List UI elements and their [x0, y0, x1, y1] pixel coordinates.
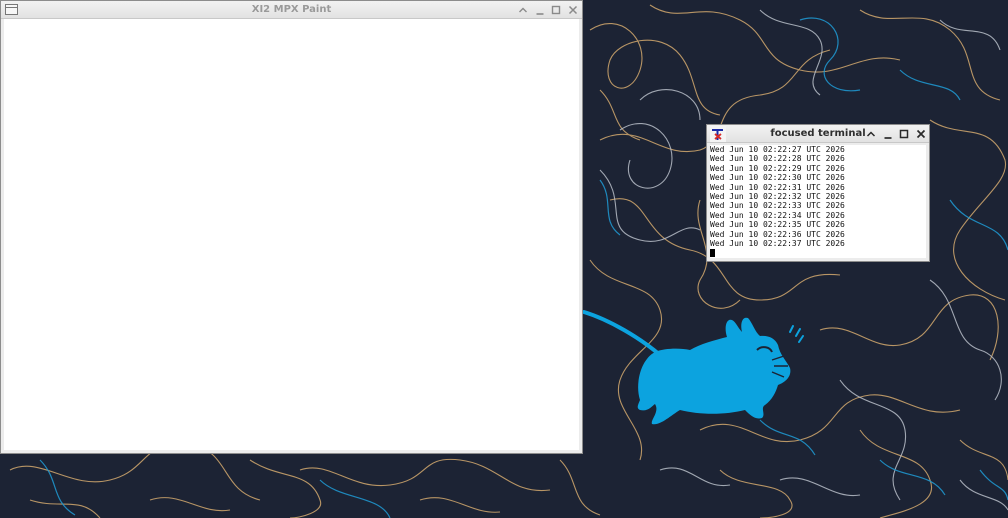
paint-titlebar[interactable]: XI2 MPX Paint [1, 1, 582, 19]
chevron-up-icon[interactable] [864, 127, 878, 141]
terminal-line: Wed Jun 10 02:22:27 UTC 2026 [710, 145, 845, 154]
minimize-icon[interactable] [533, 3, 547, 17]
terminal-line: Wed Jun 10 02:22:34 UTC 2026 [710, 210, 845, 220]
minimize-icon[interactable] [881, 127, 895, 141]
close-icon[interactable] [566, 3, 580, 17]
chevron-up-icon[interactable] [516, 3, 530, 17]
terminal-line: Wed Jun 10 02:22:29 UTC 2026 [710, 163, 845, 173]
terminal-window[interactable]: focused terminal Wed Jun 10 02:22:27 UTC… [706, 124, 930, 262]
terminal-line: Wed Jun 10 02:22:28 UTC 2026 [710, 154, 845, 164]
close-icon[interactable] [914, 127, 928, 141]
desktop[interactable]: XI2 MPX Paint focused terminal Wed Jun 1… [0, 0, 1008, 518]
block-cursor [710, 249, 715, 258]
terminal-line: Wed Jun 10 02:22:32 UTC 2026 [710, 191, 845, 201]
maximize-icon[interactable] [549, 3, 563, 17]
terminal-line: Wed Jun 10 02:22:37 UTC 2026 [710, 238, 845, 248]
terminal-window-title: focused terminal [770, 128, 866, 139]
paint-canvas[interactable] [4, 19, 579, 450]
terminal-line: Wed Jun 10 02:22:35 UTC 2026 [710, 220, 845, 230]
paint-window-title: XI2 MPX Paint [251, 4, 332, 15]
terminal-line: Wed Jun 10 02:22:31 UTC 2026 [710, 182, 845, 192]
paint-window[interactable]: XI2 MPX Paint [0, 0, 583, 454]
terminal-output[interactable]: Wed Jun 10 02:22:27 UTC 2026 Wed Jun 10 … [710, 145, 926, 258]
maximize-icon[interactable] [897, 127, 911, 141]
terminal-line: Wed Jun 10 02:22:36 UTC 2026 [710, 229, 845, 239]
terminal-titlebar[interactable]: focused terminal [707, 125, 929, 143]
terminal-prompt-line[interactable] [710, 248, 926, 258]
terminal-line: Wed Jun 10 02:22:30 UTC 2026 [710, 173, 845, 183]
terminal-line: Wed Jun 10 02:22:33 UTC 2026 [710, 201, 845, 211]
